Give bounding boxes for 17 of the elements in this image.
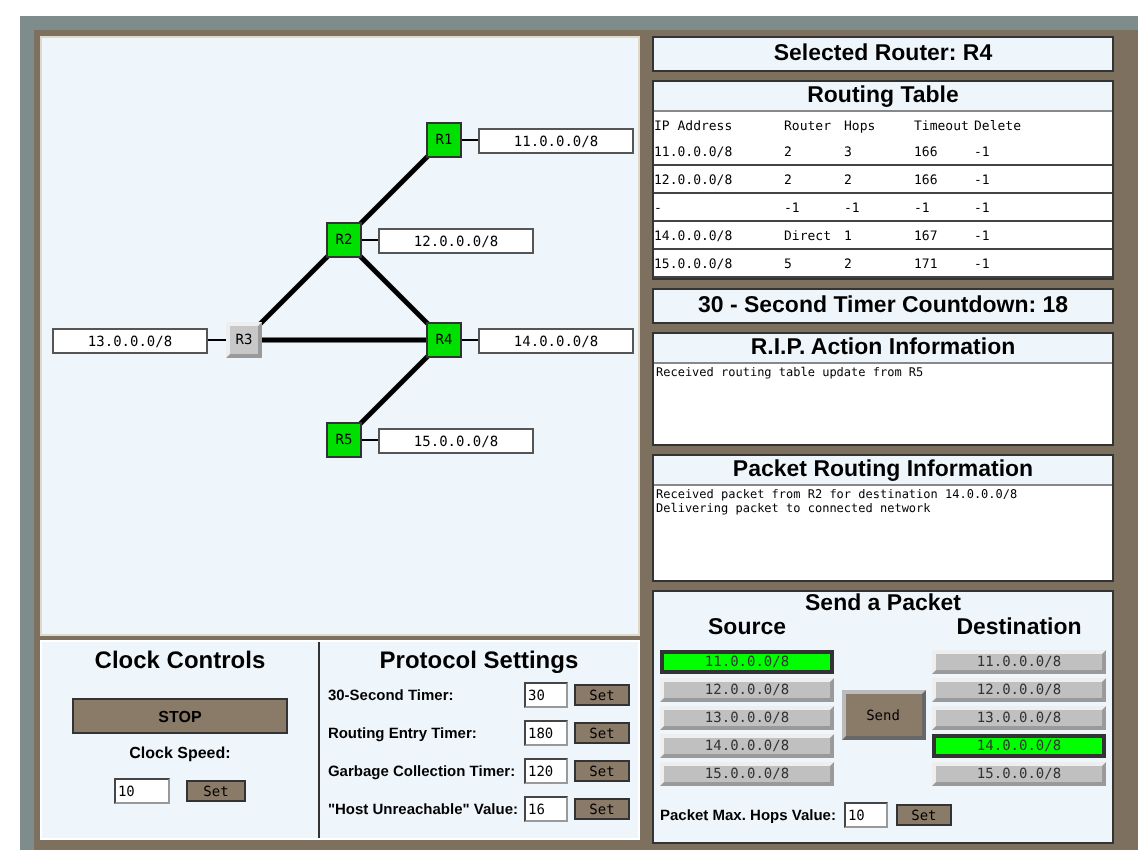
stub-line bbox=[207, 339, 227, 341]
stub-line bbox=[361, 239, 379, 241]
stub-line bbox=[461, 139, 479, 141]
clock-controls-title: Clock Controls bbox=[94, 646, 266, 674]
stub-line bbox=[461, 339, 479, 341]
packet-routing-title: Packet Routing Information bbox=[654, 456, 1112, 486]
stub-line bbox=[361, 439, 379, 441]
selected-router-title: Selected Router: R4 bbox=[652, 36, 1114, 72]
rip-action-title: R.I.P. Action Information bbox=[654, 334, 1112, 364]
destination-heading: Destination bbox=[954, 616, 1084, 640]
countdown-title: 30 - Second Timer Countdown: 18 bbox=[652, 288, 1114, 324]
protocol-settings-title: Protocol Settings bbox=[377, 646, 581, 674]
stop-button[interactable]: STOP bbox=[71, 698, 288, 734]
clock-speed-label: Clock Speed: bbox=[129, 744, 231, 762]
routing-table-title: Routing Table bbox=[654, 82, 1112, 112]
source-heading: Source bbox=[706, 616, 788, 640]
send-packet-title: Send a Packet bbox=[803, 592, 963, 616]
